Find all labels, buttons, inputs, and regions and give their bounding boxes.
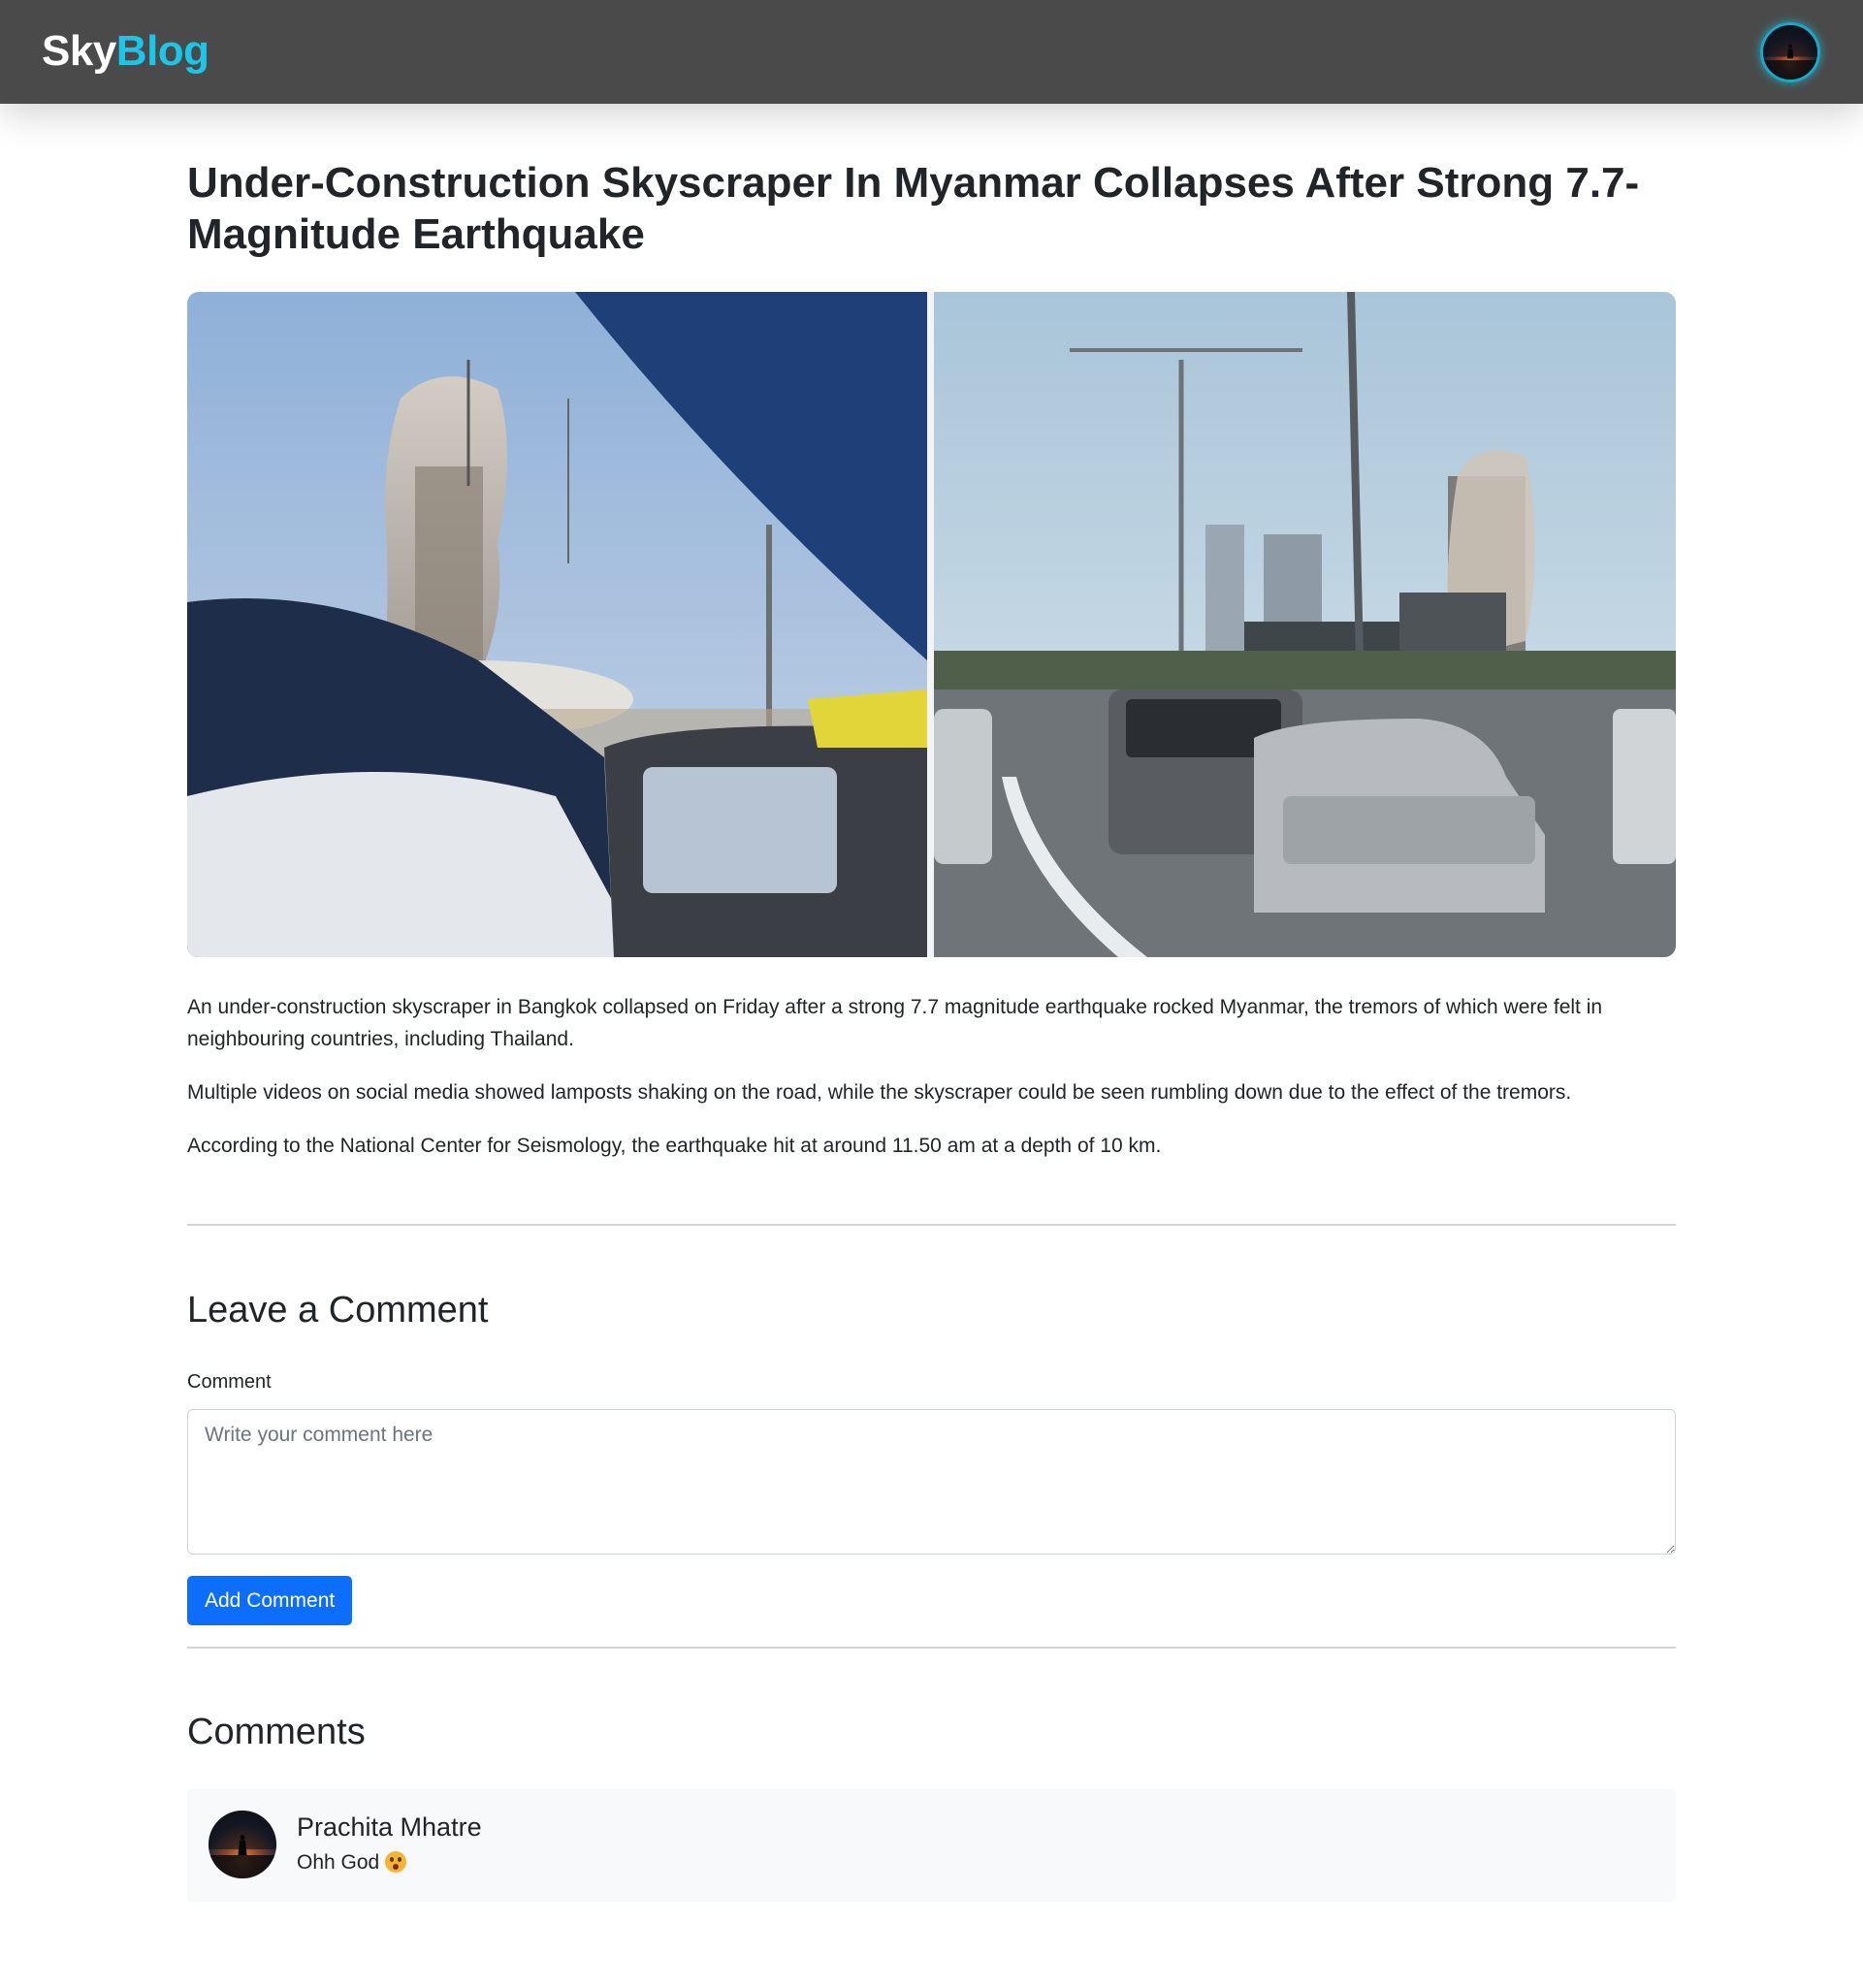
article-hero-image — [187, 292, 1676, 957]
divider — [187, 1647, 1676, 1649]
leave-comment-heading: Leave a Comment — [187, 1290, 489, 1331]
logo-text-blog: Blog — [115, 27, 209, 75]
comment-text-row: Ohh God — [297, 1851, 407, 1875]
divider — [187, 1224, 1676, 1226]
add-comment-button[interactable]: Add Comment — [187, 1576, 353, 1625]
navbar: SkyBlog — [0, 0, 1863, 104]
comments-heading: Comments — [187, 1712, 366, 1752]
comment-author: Prachita Mhatre — [297, 1812, 482, 1842]
comment-field-label: Comment — [187, 1371, 272, 1393]
avatar-silhouette-icon — [1763, 25, 1817, 80]
article-paragraph: An under-construction skyscraper in Bang… — [187, 996, 1603, 1050]
article-paragraph: According to the National Center for Sei… — [187, 1135, 1162, 1157]
logo-text-sky: Sky — [42, 27, 116, 75]
avatar-silhouette-icon — [209, 1811, 276, 1878]
site-logo[interactable]: SkyBlog — [42, 27, 209, 76]
user-avatar[interactable] — [1760, 22, 1820, 82]
article-title: Under-Construction Skyscraper In Myanmar… — [187, 159, 1640, 258]
commenter-avatar — [209, 1811, 276, 1878]
comment-item: Prachita Mhatre Ohh God — [187, 1789, 1676, 1902]
article-paragraph: Multiple videos on social media showed l… — [187, 1081, 1572, 1104]
comment-text: Ohh God — [297, 1851, 380, 1874]
astonished-face-icon — [385, 1851, 407, 1873]
comment-textarea[interactable] — [187, 1409, 1676, 1555]
